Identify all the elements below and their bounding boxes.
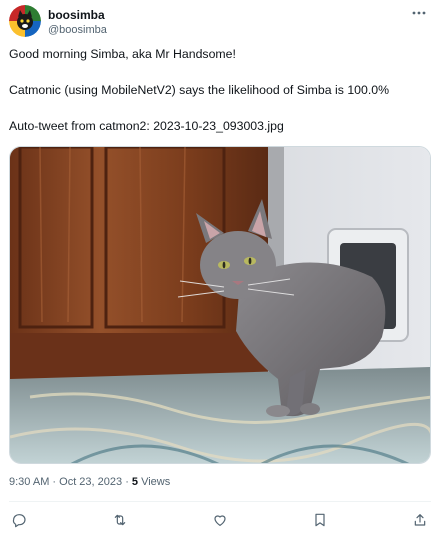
- divider: [9, 501, 431, 502]
- meta-separator: ·: [49, 476, 60, 488]
- user-handle[interactable]: @boosimba: [48, 24, 107, 36]
- views-label: Views: [138, 476, 171, 488]
- tweet-text-line-2: Catmonic (using MobileNetV2) says the li…: [9, 83, 390, 97]
- meta-separator: ·: [122, 476, 132, 488]
- reply-icon: [12, 514, 26, 528]
- tweet-text-line-3: Auto-tweet from catmon2: 2023-10-23_0930…: [9, 119, 284, 133]
- avatar[interactable]: [9, 5, 41, 37]
- retweet-button[interactable]: [109, 510, 131, 530]
- tweet-card: boosimba @boosimba Good morning Simba, a…: [0, 0, 439, 538]
- tweet-text-line-1: Good morning Simba, aka Mr Handsome!: [9, 47, 236, 61]
- display-name[interactable]: boosimba: [48, 8, 105, 22]
- like-button[interactable]: [209, 510, 231, 530]
- action-bar: [0, 506, 439, 534]
- bookmark-button[interactable]: [309, 510, 331, 530]
- share-icon: [414, 514, 426, 526]
- tweet-time[interactable]: 9:30 AM: [9, 476, 49, 488]
- heart-icon: [214, 515, 226, 526]
- cat-photo-image: [10, 147, 430, 463]
- tweet-photo[interactable]: [9, 146, 431, 464]
- bookmark-icon: [315, 513, 325, 527]
- tweet-date[interactable]: Oct 23, 2023: [59, 476, 122, 488]
- tweet-meta: 9:30 AM · Oct 23, 2023 · 5 Views: [9, 476, 170, 488]
- avatar-image: [9, 5, 41, 37]
- reply-button[interactable]: [8, 510, 30, 530]
- tweet-header: boosimba @boosimba: [9, 5, 430, 39]
- retweet-icon: [114, 514, 126, 526]
- more-icon[interactable]: [408, 5, 430, 21]
- share-button[interactable]: [409, 510, 431, 530]
